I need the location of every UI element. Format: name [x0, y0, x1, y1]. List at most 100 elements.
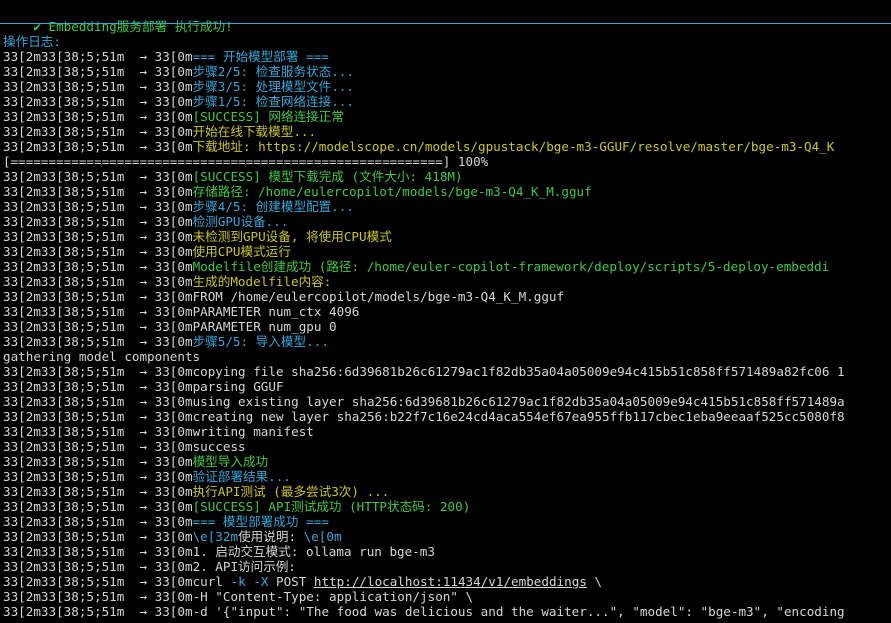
log-text: 33[2m33[38;5;51m → 33[0m: [3, 259, 193, 274]
log-text: 2. API访问示例:: [192, 559, 297, 574]
success-title-text: Embedding服务部署 执行成功!: [40, 19, 233, 34]
log-text: using existing layer sha256:6d39681b26c6…: [192, 394, 845, 409]
log-text: gathering model components: [3, 349, 201, 364]
log-line: 33[2m33[38;5;51m → 33[0m未检测到GPU设备, 将使用CP…: [3, 229, 392, 244]
log-text: 步骤1/5: 检查网络连接...: [192, 94, 354, 109]
log-text: FROM /home/eulercopilot/models/bge-m3-Q4…: [192, 289, 565, 304]
log-text: 33[2m33[38;5;51m → 33[0m: [3, 364, 193, 379]
log-line: [=======================================…: [3, 154, 488, 169]
log-line: 33[2m33[38;5;51m → 33[0mFROM /home/euler…: [3, 289, 564, 304]
log-text: 33[2m33[38;5;51m → 33[0m: [3, 169, 193, 184]
log-text: 33[2m33[38;5;51m → 33[0m: [3, 139, 193, 154]
log-text: POST: [268, 574, 314, 589]
log-text: Modelfile创建成功 (路径: /home/euler-copilot-f…: [192, 259, 830, 274]
log-line: 33[2m33[38;5;51m → 33[0msuccess: [3, 439, 246, 454]
log-text: 33[2m33[38;5;51m → 33[0m: [3, 49, 193, 64]
log-text: PARAMETER num_gpu 0: [192, 319, 337, 334]
log-line: 33[2m33[38;5;51m → 33[0m步骤1/5: 检查网络连接...: [3, 94, 354, 109]
log-line: 33[2m33[38;5;51m → 33[0mPARAMETER num_gp…: [3, 319, 337, 334]
log-text: 33[2m33[38;5;51m → 33[0m: [3, 439, 193, 454]
log-text: 步骤4/5: 创建模型配置...: [192, 199, 354, 214]
check-icon: ✔: [33, 19, 41, 34]
log-text: 使用说明:: [238, 529, 304, 544]
log-text: [=======================================…: [3, 154, 489, 169]
log-text: copying file sha256:6d39681b26c61279ac1f…: [192, 364, 845, 379]
log-text: 33[2m33[38;5;51m → 33[0m: [3, 559, 193, 574]
log-text: 33[2m33[38;5;51m → 33[0m: [3, 124, 193, 139]
log-text: 33[2m33[38;5;51m → 33[0m: [3, 514, 193, 529]
log-line: 33[2m33[38;5;51m → 33[0m步骤5/5: 导入模型...: [3, 334, 329, 349]
log-text: 33[2m33[38;5;51m → 33[0m: [3, 229, 193, 244]
log-text: \e[0m: [303, 529, 342, 544]
log-text: 33[2m33[38;5;51m → 33[0m: [3, 304, 193, 319]
terminal-window[interactable]: ✔ Embedding服务部署 执行成功! 操作日志: 33[2m33[38;5;…: [0, 0, 891, 623]
log-text: 33[2m33[38;5;51m → 33[0m: [3, 424, 193, 439]
log-line: 33[2m33[38;5;51m → 33[0m生成的Modelfile内容:: [3, 274, 331, 289]
log-text: 33[2m33[38;5;51m → 33[0m: [3, 544, 193, 559]
log-text: 33[2m33[38;5;51m → 33[0m: [3, 469, 193, 484]
log-text: 33[2m33[38;5;51m → 33[0m: [3, 394, 193, 409]
log-text: curl: [192, 574, 231, 589]
log-text: 验证部署结果...: [192, 469, 291, 484]
log-line: 33[2m33[38;5;51m → 33[0m步骤2/5: 检查服务状态...: [3, 64, 354, 79]
log-text: PARAMETER num_ctx 4096: [192, 304, 360, 319]
log-text: 33[2m33[38;5;51m → 33[0m: [3, 199, 193, 214]
log-text: 步骤2/5: 检查服务状态...: [192, 64, 354, 79]
log-text: 操作日志:: [3, 34, 61, 49]
log-line: 33[2m33[38;5;51m → 33[0m开始在线下载模型...: [3, 124, 316, 139]
log-text: 33[2m33[38;5;51m → 33[0m: [3, 379, 193, 394]
log-text: 33[2m33[38;5;51m → 33[0m: [3, 274, 193, 289]
log-line: 33[2m33[38;5;51m → 33[0musing existing l…: [3, 394, 845, 409]
log-line: 33[2m33[38;5;51m → 33[0m[SUCCESS] 网络连接正常: [3, 109, 344, 124]
log-text: 33[2m33[38;5;51m → 33[0m: [3, 454, 193, 469]
log-text: 33[2m33[38;5;51m → 33[0m: [3, 79, 193, 94]
log-line: 33[2m33[38;5;51m → 33[0m存储路径: /home/eule…: [3, 184, 592, 199]
log-line: 33[2m33[38;5;51m → 33[0m-H "Content-Type…: [3, 589, 473, 604]
log-text: 33[2m33[38;5;51m → 33[0m: [3, 589, 193, 604]
log-line: 33[2m33[38;5;51m → 33[0m模型导入成功: [3, 454, 268, 469]
log-text: -d '{"input": "The food was delicious an…: [192, 604, 845, 619]
log-text: 33[2m33[38;5;51m → 33[0m: [3, 289, 193, 304]
log-text: 33[2m33[38;5;51m → 33[0m: [3, 319, 193, 334]
log-line: 33[2m33[38;5;51m → 33[0mModelfile创建成功 (路…: [3, 259, 829, 274]
log-text: 33[2m33[38;5;51m → 33[0m: [3, 409, 193, 424]
log-line: 操作日志:: [3, 34, 61, 49]
log-link: http://localhost:11434/v1/embeddings: [313, 574, 587, 589]
log-text: success: [192, 439, 246, 454]
log-text: 33[2m33[38;5;51m → 33[0m: [3, 574, 193, 589]
log-line: 33[2m33[38;5;51m → 33[0mparsing GGUF: [3, 379, 284, 394]
log-line: 33[2m33[38;5;51m → 33[0m[SUCCESS] 模型下载完成…: [3, 169, 463, 184]
log-text: 33[2m33[38;5;51m → 33[0m: [3, 64, 193, 79]
log-line: 33[2m33[38;5;51m → 33[0m检测GPU设备...: [3, 214, 288, 229]
log-line: 33[2m33[38;5;51m → 33[0mcopying file sha…: [3, 364, 845, 379]
log-line: 33[2m33[38;5;51m → 33[0m验证部署结果...: [3, 469, 291, 484]
success-title: ✔ Embedding服务部署 执行成功!: [3, 4, 232, 34]
log-line: 33[2m33[38;5;51m → 33[0m=== 模型部署成功 ===: [3, 514, 329, 529]
log-text: \: [586, 574, 603, 589]
log-text: 下载地址: https://modelscope.cn/models/gpust…: [192, 139, 835, 154]
log-text: 33[2m33[38;5;51m → 33[0m: [3, 184, 193, 199]
log-line: 33[2m33[38;5;51m → 33[0m步骤3/5: 处理模型文件...: [3, 79, 354, 94]
log-text: [SUCCESS] 网络连接正常: [192, 109, 344, 124]
log-text: creating new layer sha256:b22f7c16e24cd4…: [192, 409, 845, 424]
log-line: 33[2m33[38;5;51m → 33[0m步骤4/5: 创建模型配置...: [3, 199, 354, 214]
log-text: 33[2m33[38;5;51m → 33[0m: [3, 214, 193, 229]
log-text: 未检测到GPU设备, 将使用CPU模式: [192, 229, 392, 244]
log-line: 33[2m33[38;5;51m → 33[0m1. 启动交互模式: ollam…: [3, 544, 435, 559]
log-line: 33[2m33[38;5;51m → 33[0m使用CPU模式运行: [3, 244, 291, 259]
log-text: 1. 启动交互模式: ollama run bge-m3: [192, 544, 435, 559]
log-text: 步骤5/5: 导入模型...: [192, 334, 329, 349]
log-text: 33[2m33[38;5;51m → 33[0m: [3, 244, 193, 259]
log-text: 存储路径: /home/eulercopilot/models/bge-m3-Q…: [192, 184, 592, 199]
log-text: 33[2m33[38;5;51m → 33[0m: [3, 604, 193, 619]
log-text: === 模型部署成功 ===: [192, 514, 329, 529]
log-text: -k -X: [230, 574, 269, 589]
log-line: 33[2m33[38;5;51m → 33[0m[SUCCESS] API测试成…: [3, 499, 470, 514]
log-text: parsing GGUF: [192, 379, 284, 394]
log-line: 33[2m33[38;5;51m → 33[0m-d '{"input": "T…: [3, 604, 845, 619]
log-line: 33[2m33[38;5;51m → 33[0m2. API访问示例:: [3, 559, 296, 574]
title-divider: [0, 23, 891, 24]
log-text: [SUCCESS] API测试成功 (HTTP状态码: 200): [192, 499, 471, 514]
log-line: 33[2m33[38;5;51m → 33[0m\e[32m使用说明: \e[0…: [3, 529, 342, 544]
log-line: gathering model components: [3, 349, 200, 364]
